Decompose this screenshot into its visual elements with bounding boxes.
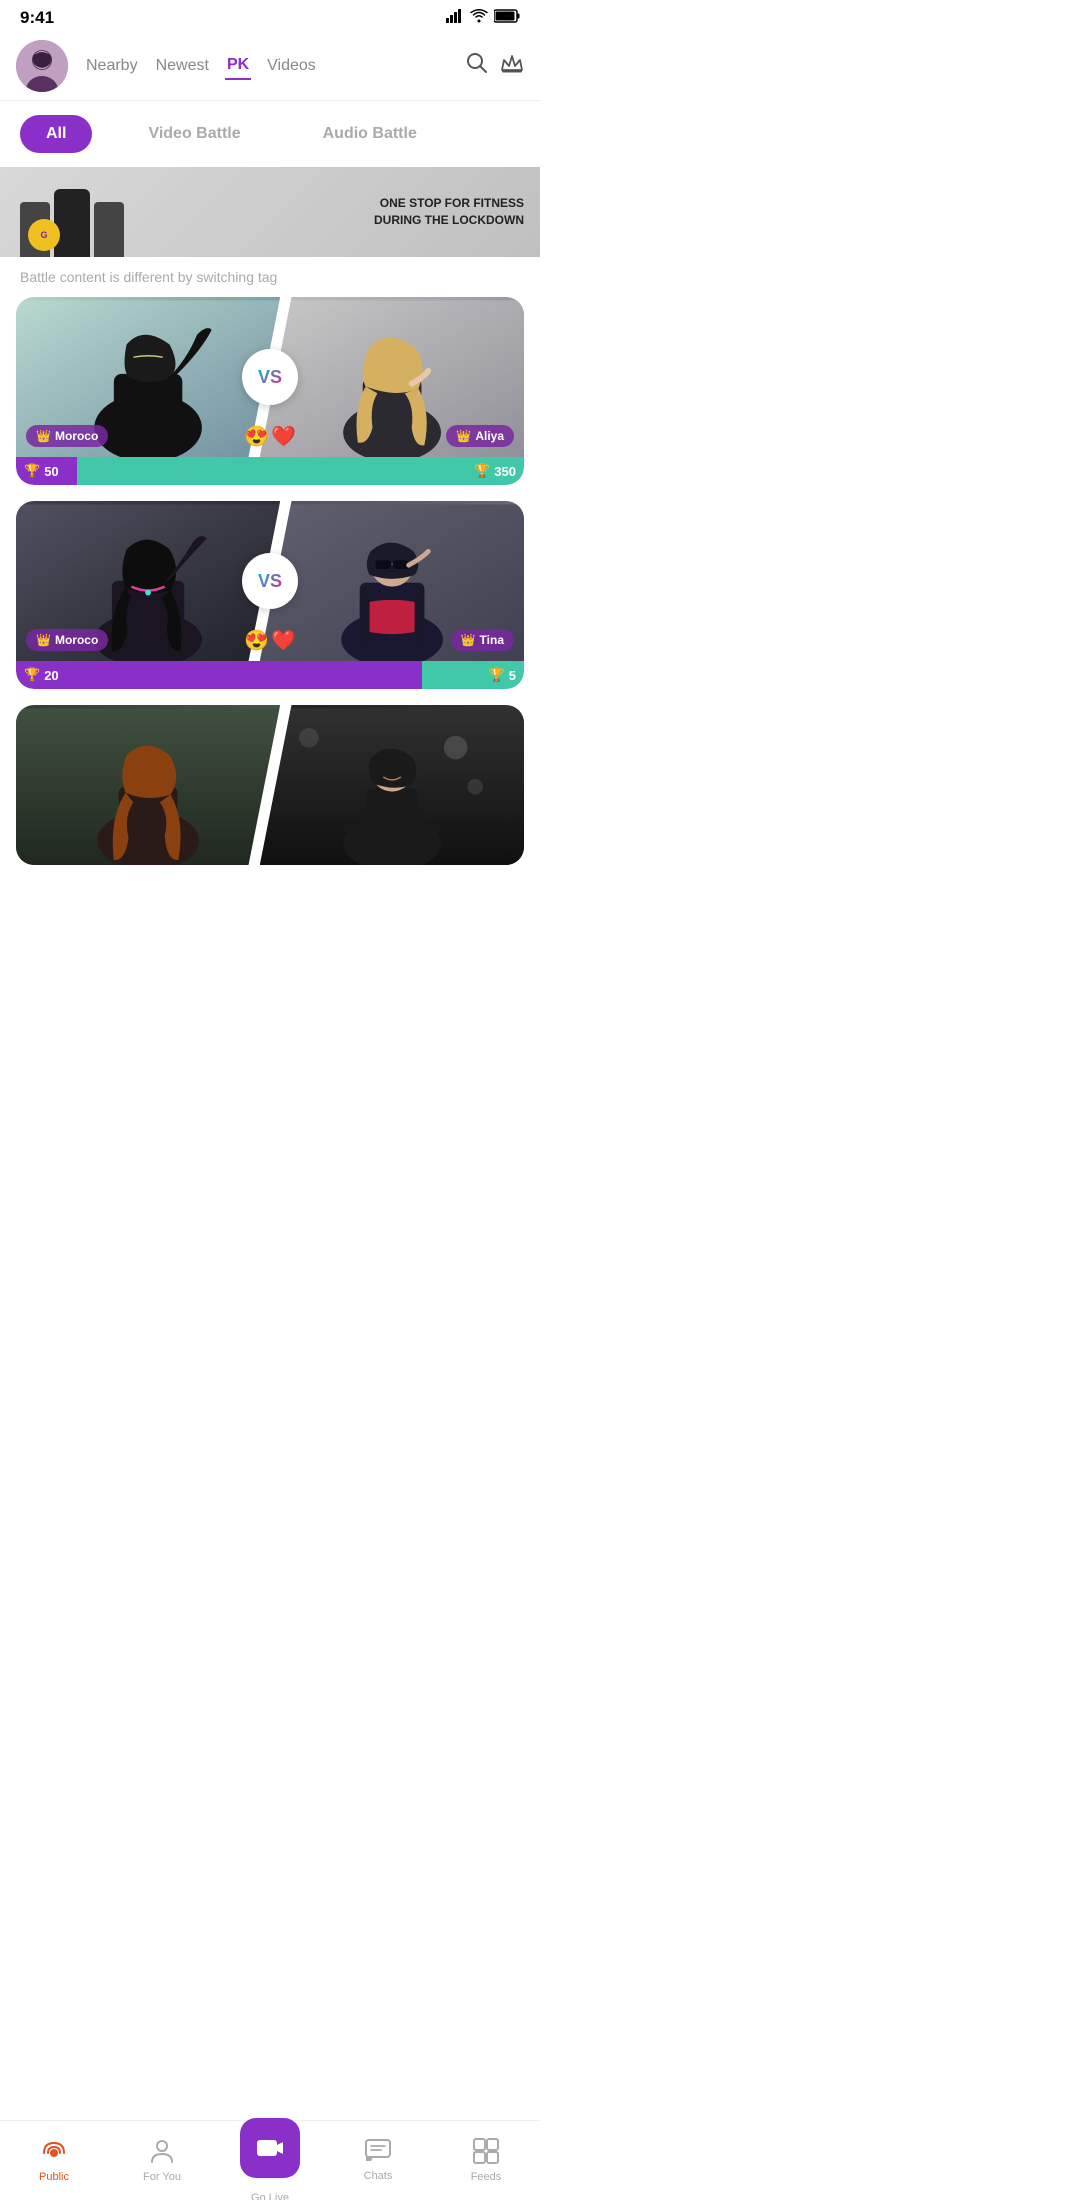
tab-nearby[interactable]: Nearby [84, 53, 140, 79]
battery-icon [494, 8, 520, 28]
tab-newest[interactable]: Newest [154, 53, 211, 79]
nav-go-live[interactable]: Go Live [235, 2118, 305, 2200]
nav-for-you[interactable]: For You [127, 2138, 197, 2183]
score-left-2: 🏆20 [16, 661, 422, 689]
time: 9:41 [20, 8, 54, 28]
filter-audio-battle[interactable]: Audio Battle [297, 115, 443, 153]
nav-tabs: Nearby Newest PK Videos [84, 52, 450, 80]
banner-text: ONE STOP FOR FITNESSDURING THE LOCKDOWN [374, 195, 524, 229]
score-right-1: 🏆350 [77, 457, 524, 485]
filter-video-battle[interactable]: Video Battle [122, 115, 266, 153]
nav-public-label: Public [39, 2171, 69, 2183]
vs-circle-1: VS [242, 349, 298, 405]
right-name-2: 👑 Tina [451, 629, 514, 651]
battle-card-1[interactable]: VS 👑 Moroco 👑 Aliya 😍❤️ 🏆50 🏆350 [16, 297, 524, 485]
battle-left-3 [16, 705, 280, 865]
battle-right-3 [260, 705, 524, 865]
banner[interactable]: G ONE STOP FOR FITNESSDURING THE LOCKDOW… [0, 167, 540, 257]
chat-icon [365, 2139, 391, 2166]
emoji-reaction-1: 😍❤️ [244, 424, 296, 449]
feeds-icon [473, 2138, 499, 2167]
battle-images-1: VS 👑 Moroco 👑 Aliya 😍❤️ [16, 297, 524, 457]
battle-card-3[interactable]: VS [16, 705, 524, 865]
go-live-button[interactable] [240, 2118, 300, 2178]
tab-pk[interactable]: PK [225, 52, 251, 80]
battle-card-2[interactable]: VS 👑 Moroco 👑 Tina 😍❤️ 🏆20 🏆5 [16, 501, 524, 689]
main-content: All Video Battle Audio Battle G ONE STOP… [0, 101, 540, 945]
emoji-reaction-2: 😍❤️ [244, 628, 296, 653]
header-icons [466, 52, 524, 80]
hint-text: Battle content is different by switching… [0, 257, 540, 297]
filter-bar: All Video Battle Audio Battle [0, 101, 540, 167]
person-icon [150, 2138, 174, 2167]
score-bar-2: 🏆20 🏆5 [16, 661, 524, 689]
nav-for-you-label: For You [143, 2171, 181, 2183]
user-avatar[interactable] [16, 40, 68, 92]
battle-images-3: VS [16, 705, 524, 865]
vs-circle-2: VS [242, 553, 298, 609]
score-left-1: 🏆50 [16, 457, 77, 485]
crown-icon[interactable] [500, 52, 524, 80]
nav-go-live-label: Go Live [251, 2192, 289, 2200]
score-bar-1: 🏆50 🏆350 [16, 457, 524, 485]
status-icons [446, 8, 520, 28]
score-right-2: 🏆5 [422, 661, 524, 689]
left-name-2: 👑 Moroco [26, 629, 108, 651]
wifi-icon [470, 8, 488, 28]
left-name-1: 👑 Moroco [26, 425, 108, 447]
nav-feeds-label: Feeds [471, 2171, 502, 2183]
nav-public[interactable]: Public [19, 2139, 89, 2183]
gold-gym-logo: G [28, 219, 60, 251]
status-bar: 9:41 [0, 0, 540, 32]
battle-images-2: VS 👑 Moroco 👑 Tina 😍❤️ [16, 501, 524, 661]
filter-all[interactable]: All [20, 115, 92, 153]
crown-tag-1: 👑 [36, 429, 51, 443]
crown-tag-r-1: 👑 [456, 429, 471, 443]
nav-feeds[interactable]: Feeds [451, 2138, 521, 2183]
public-icon [40, 2139, 68, 2167]
right-name-1: 👑 Aliya [446, 425, 514, 447]
bottom-nav: Public For You Go Live [0, 2120, 540, 2200]
nav-chats-label: Chats [364, 2170, 393, 2182]
tab-videos[interactable]: Videos [265, 53, 318, 79]
search-icon[interactable] [466, 52, 488, 80]
nav-chats[interactable]: Chats [343, 2139, 413, 2182]
signal-icon [446, 8, 464, 28]
header: Nearby Newest PK Videos [0, 32, 540, 101]
